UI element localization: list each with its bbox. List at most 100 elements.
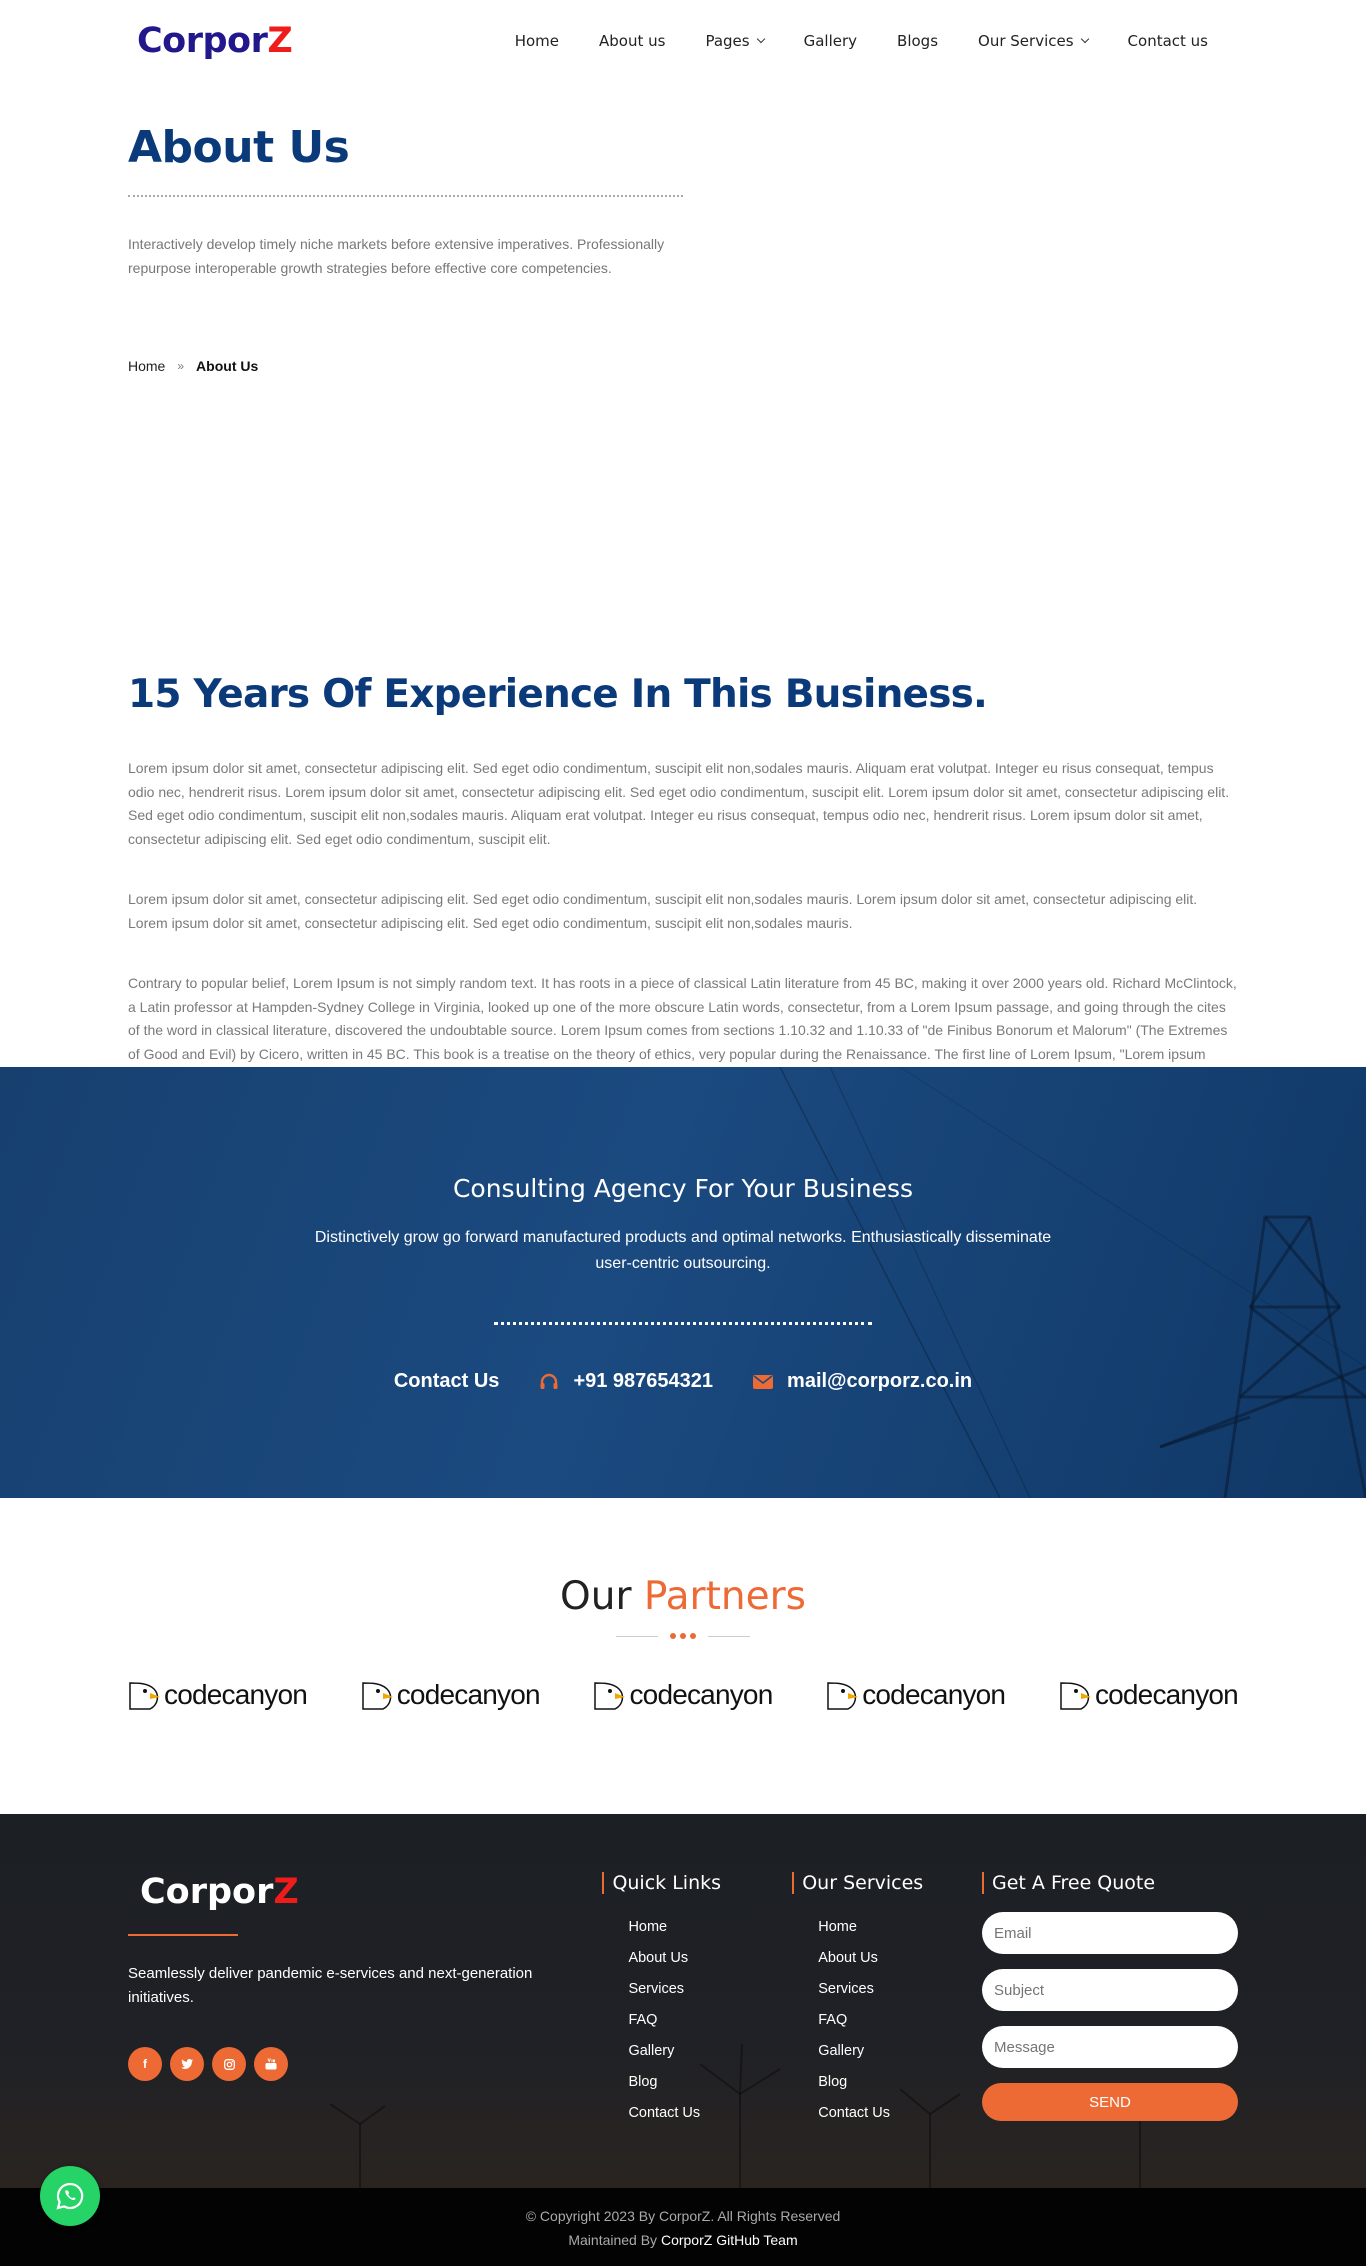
facebook-icon[interactable]: f <box>128 2047 162 2081</box>
maintained-by-link[interactable]: CorporZ GitHub Team <box>661 2232 798 2248</box>
partners-section: Our Partners codecanyon codecanyon codec… <box>0 1498 1366 1814</box>
footer-logo-underline <box>128 1934 238 1936</box>
breadcrumb: Home » About Us <box>128 358 1238 374</box>
nav-label: About us <box>599 32 666 50</box>
bird-logo-icon <box>827 1682 859 1710</box>
quote-form: SEND <box>982 1912 1238 2121</box>
copyright-bar: © Copyright 2023 By CorporZ. All Rights … <box>0 2188 1366 2266</box>
nav-blogs[interactable]: Blogs <box>897 32 938 50</box>
footer-link-gallery[interactable]: Gallery <box>628 2036 792 2067</box>
nav-contact-us[interactable]: Contact us <box>1128 32 1208 50</box>
maintained-prefix: Maintained By <box>568 2232 658 2248</box>
page-title: About Us <box>128 122 350 173</box>
twitter-icon[interactable] <box>170 2047 204 2081</box>
partners-title-accent: Partners <box>643 1574 806 1619</box>
footer-tagline: Seamlessly deliver pandemic e-services a… <box>128 1965 533 2006</box>
banner-divider <box>494 1322 872 1325</box>
partner-logo[interactable]: codecanyon <box>826 1679 1006 1711</box>
footer-about: CorporZ Seamlessly deliver pandemic e-se… <box>128 1872 602 2129</box>
service-link-services[interactable]: Services <box>818 1974 982 2005</box>
partner-logo[interactable]: codecanyon <box>593 1679 773 1711</box>
partner-logo-text: codecanyon <box>629 1679 773 1710</box>
quote-column: Get A Free Quote SEND <box>982 1872 1238 2129</box>
footer-logo[interactable]: CorporZ <box>140 1872 602 1912</box>
banner-title: Consulting Agency For Your Business <box>452 1174 914 1203</box>
quote-heading: Get A Free Quote <box>982 1872 1238 1894</box>
service-link-gallery[interactable]: Gallery <box>818 2036 982 2067</box>
phone-link[interactable]: +91 987654321 <box>539 1370 713 1393</box>
divider-line <box>708 1635 750 1637</box>
partner-logo[interactable]: codecanyon <box>128 1679 308 1711</box>
page-hero: About Us Interactively develop timely ni… <box>128 82 1238 594</box>
services-list: Home About Us Services FAQ Gallery Blog … <box>792 1912 982 2129</box>
nav-gallery[interactable]: Gallery <box>804 32 857 50</box>
breadcrumb-home[interactable]: Home <box>128 358 165 374</box>
banner-subtitle: Distinctively grow go forward manufactur… <box>314 1229 1052 1272</box>
nav-about-us[interactable]: About us <box>599 32 665 50</box>
quote-email-input[interactable] <box>982 1912 1238 1954</box>
nav-home[interactable]: Home <box>515 32 559 50</box>
partner-logo-text: codecanyon <box>164 1679 308 1710</box>
quote-message-input[interactable] <box>982 2026 1238 2068</box>
footer-link-about-us[interactable]: About Us <box>628 1943 792 1974</box>
services-heading: Our Services <box>792 1872 982 1894</box>
service-link-home[interactable]: Home <box>818 1912 982 1943</box>
partner-logo[interactable]: codecanyon <box>361 1679 541 1711</box>
service-link-contact-us[interactable]: Contact Us <box>818 2098 982 2129</box>
instagram-icon[interactable] <box>212 2047 246 2081</box>
partner-logo-text: codecanyon <box>1094 1679 1239 1710</box>
send-button[interactable]: SEND <box>982 2083 1238 2121</box>
divider-dots <box>670 1633 696 1639</box>
banner-contact-row: Contact Us +91 987654321 mail@corporz.co… <box>0 1370 1366 1393</box>
navbar: CorporZ Home About us Pages Gallery Blog… <box>128 0 1238 82</box>
nav-our-services[interactable]: Our Services <box>978 32 1089 50</box>
partner-logo[interactable]: codecanyon <box>1059 1679 1239 1711</box>
footer-link-faq[interactable]: FAQ <box>628 2005 792 2036</box>
contact-label: Contact Us <box>393 1370 500 1392</box>
nav-label: Pages <box>705 32 750 50</box>
bird-logo-icon <box>1060 1682 1091 1710</box>
bird-logo-icon <box>361 1682 393 1710</box>
contact-us-link[interactable]: Contact Us <box>394 1370 500 1393</box>
footer-link-blog[interactable]: Blog <box>628 2067 792 2098</box>
footer-link-services[interactable]: Services <box>628 1974 792 2005</box>
services-column: Our Services Home About Us Services FAQ … <box>792 1872 982 2129</box>
site-footer: CorporZ Seamlessly deliver pandemic e-se… <box>0 1814 1366 2188</box>
nav-label: Blogs <box>897 32 939 50</box>
footer-link-home[interactable]: Home <box>628 1912 792 1943</box>
service-link-blog[interactable]: Blog <box>818 2067 982 2098</box>
main-menu: Home About us Pages Gallery Blogs Our Se… <box>515 32 1208 50</box>
service-link-faq[interactable]: FAQ <box>818 2005 982 2036</box>
header: CorporZ Home About us Pages Gallery Blog… <box>128 0 1238 82</box>
experience-paragraph-2: Lorem ipsum dolor sit amet, consectetur … <box>128 891 1198 931</box>
email-address: mail@corporz.co.in <box>787 1370 973 1392</box>
logo-text: Corpor <box>137 21 268 61</box>
phone-number: +91 987654321 <box>573 1370 714 1392</box>
nav-label: Our Services <box>978 32 1074 50</box>
quote-subject-input[interactable] <box>982 1969 1238 2011</box>
brand-logo[interactable]: CorporZ <box>137 21 293 61</box>
double-chevron-right-icon: » <box>177 359 185 373</box>
partners-title-main: Our <box>560 1574 632 1619</box>
service-link-about-us[interactable]: About Us <box>818 1943 982 1974</box>
envelope-icon <box>753 1374 774 1389</box>
quick-links-column: Quick Links Home About Us Services FAQ G… <box>602 1872 792 2129</box>
nav-label: Home <box>514 32 560 50</box>
title-divider <box>128 195 683 197</box>
email-link[interactable]: mail@corporz.co.in <box>753 1370 972 1393</box>
whatsapp-button[interactable] <box>40 2166 100 2226</box>
divider-line <box>616 1635 658 1637</box>
youtube-icon[interactable] <box>254 2047 288 2081</box>
hero-text: Interactively develop timely niche marke… <box>128 236 665 276</box>
experience-paragraph-1: Lorem ipsum dolor sit amet, consectetur … <box>128 760 1230 847</box>
consulting-banner: Consulting Agency For Your Business Dist… <box>0 1067 1366 1498</box>
experience-title: 15 Years Of Experience In This Business. <box>128 672 988 717</box>
quick-links-list: Home About Us Services FAQ Gallery Blog … <box>602 1912 792 2129</box>
footer-logo-text: Corpor <box>140 1872 274 1912</box>
nav-pages[interactable]: Pages <box>705 32 765 50</box>
nav-label: Contact us <box>1127 32 1208 50</box>
footer-link-contact-us[interactable]: Contact Us <box>628 2098 792 2129</box>
bird-logo-icon <box>129 1682 160 1710</box>
logo-accent: Z <box>267 21 293 61</box>
chevron-down-icon <box>1080 34 1089 44</box>
